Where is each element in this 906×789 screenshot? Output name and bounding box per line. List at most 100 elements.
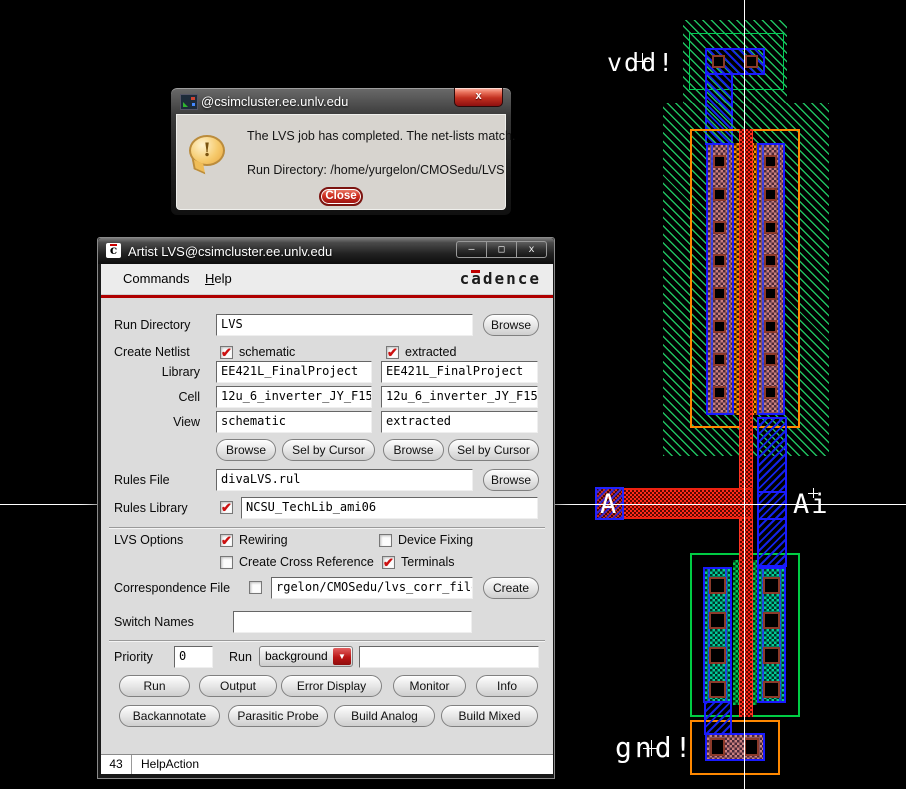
info-button[interactable]: Info: [476, 675, 538, 697]
correspondence-file-checkbox[interactable]: [249, 581, 262, 594]
rules-file-browse-button[interactable]: Browse: [483, 469, 539, 491]
menu-commands[interactable]: Commands: [123, 271, 189, 286]
status-number: 43: [101, 755, 132, 774]
rules-library-input[interactable]: NCSU_TechLib_ami06: [241, 497, 538, 519]
pmos-contact: [713, 221, 726, 234]
pmos-contact: [764, 221, 777, 234]
section-divider: [109, 640, 545, 642]
close-button[interactable]: x: [516, 241, 547, 258]
run-mode-label: Run: [229, 650, 252, 664]
poly-gate-column[interactable]: [739, 129, 753, 717]
alert-bubble-icon: !: [189, 135, 225, 166]
rules-library-checkbox[interactable]: [220, 500, 233, 516]
nmos-contact: [709, 577, 726, 594]
dialog-title: @csimcluster.ee.unlv.edu: [201, 94, 349, 109]
dialog-message-line2: Run Directory: /home/yurgelon/CMOSedu/LV…: [247, 163, 505, 177]
chevron-down-icon[interactable]: ▼: [333, 648, 351, 665]
correspondence-create-button[interactable]: Create: [483, 577, 539, 599]
pmos-contact: [713, 287, 726, 300]
nmos-contact: [709, 647, 726, 664]
create-cross-reference-checkbox[interactable]: [220, 556, 233, 569]
priority-label: Priority: [114, 650, 153, 664]
run-mode-dropdown[interactable]: background ▼: [259, 646, 353, 667]
minimize-button[interactable]: –: [456, 241, 487, 258]
dialog-titlebar[interactable]: @csimcluster.ee.unlv.edu x: [171, 88, 511, 114]
run-button[interactable]: Run: [119, 675, 190, 697]
view-extracted-input[interactable]: extracted: [381, 411, 538, 433]
status-bar: 43 HelpAction: [101, 754, 553, 774]
terminal-icon: [180, 94, 198, 110]
library-label: Library: [161, 365, 200, 379]
view-schematic-input[interactable]: schematic: [216, 411, 372, 433]
sel-by-cursor-extracted-button[interactable]: Sel by Cursor: [448, 439, 539, 461]
crosshair-vertical-line: [744, 0, 745, 789]
browse-schematic-button[interactable]: Browse: [216, 439, 276, 461]
sel-by-cursor-schematic-button[interactable]: Sel by Cursor: [282, 439, 375, 461]
input-label[interactable]: A: [600, 489, 616, 520]
cell-label: Cell: [178, 390, 200, 404]
run-directory-browse-button[interactable]: Browse: [483, 314, 539, 336]
vdd-contact: [712, 55, 725, 68]
gnd-contact: [744, 738, 759, 756]
dialog-close-button[interactable]: Close: [319, 187, 363, 206]
parasitic-probe-button[interactable]: Parasitic Probe: [228, 705, 328, 727]
output-button[interactable]: Output: [199, 675, 277, 697]
run-mode-extra-input[interactable]: [359, 646, 539, 668]
create-cross-reference-label: Create Cross Reference: [239, 555, 374, 569]
maximize-button[interactable]: □: [486, 241, 517, 258]
nmos-contact: [709, 681, 726, 698]
nmos-contact: [763, 647, 780, 664]
window-title: Artist LVS@csimcluster.ee.unlv.edu: [128, 244, 333, 259]
lvs-form: Run Directory LVS Browse Create Netlist …: [101, 298, 553, 754]
cell-schematic-input[interactable]: 12u_6_inverter_JY_F15: [216, 386, 372, 408]
menu-help[interactable]: Help: [205, 271, 232, 286]
error-display-button[interactable]: Error Display: [281, 675, 382, 697]
browse-extracted-button[interactable]: Browse: [383, 439, 444, 461]
gnd-metal-strip[interactable]: [704, 703, 732, 735]
run-directory-input[interactable]: LVS: [216, 314, 473, 336]
device-fixing-checkbox[interactable]: [379, 534, 392, 547]
pmos-pdiff-right[interactable]: [757, 143, 785, 415]
create-netlist-label: Create Netlist: [114, 345, 190, 359]
schematic-checkbox-label: schematic: [239, 345, 296, 359]
extracted-checkbox[interactable]: [386, 345, 399, 361]
vdd-label-origin-marker: [634, 53, 650, 69]
nmos-contact: [763, 681, 780, 698]
gnd-label-origin-marker: [643, 740, 659, 756]
lvs-options-label: LVS Options: [114, 533, 184, 547]
extracted-checkbox-label: extracted: [405, 345, 457, 359]
rules-file-label: Rules File: [114, 473, 170, 487]
lvs-complete-dialog: @csimcluster.ee.unlv.edu x ! The LVS job…: [170, 87, 516, 216]
menu-bar: Commands Help cadence: [101, 264, 553, 295]
build-analog-button[interactable]: Build Analog: [334, 705, 435, 727]
nmos-contact: [709, 612, 726, 629]
monitor-button[interactable]: Monitor: [393, 675, 466, 697]
gnd-contact: [710, 738, 725, 756]
pmos-pdiff-left[interactable]: [706, 143, 734, 415]
dialog-message-line1: The LVS job has completed. The net-lists…: [247, 129, 516, 143]
build-mixed-button[interactable]: Build Mixed: [441, 705, 538, 727]
run-directory-label: Run Directory: [114, 318, 191, 332]
switch-names-label: Switch Names: [114, 615, 194, 629]
library-extracted-input[interactable]: EE421L_FinalProject: [381, 361, 538, 383]
terminals-checkbox[interactable]: [382, 555, 395, 571]
pmos-contact: [764, 254, 777, 267]
window-titlebar[interactable]: c Artist LVS@csimcluster.ee.unlv.edu – □…: [98, 238, 554, 264]
library-schematic-input[interactable]: EE421L_FinalProject: [216, 361, 372, 383]
cell-extracted-input[interactable]: 12u_6_inverter_JY_F15: [381, 386, 538, 408]
pmos-contact: [764, 287, 777, 300]
correspondence-file-input[interactable]: rgelon/CMOSedu/lvs_corr_file: [271, 577, 473, 599]
pmos-contact: [713, 353, 726, 366]
pmos-contact: [713, 254, 726, 267]
schematic-checkbox[interactable]: [220, 345, 233, 361]
rules-file-input[interactable]: divaLVS.rul: [216, 469, 473, 491]
backannotate-button[interactable]: Backannotate: [119, 705, 220, 727]
rewiring-checkbox[interactable]: [220, 533, 233, 549]
output-label-origin-marker: [808, 488, 818, 498]
view-label: View: [173, 415, 200, 429]
dialog-close-x-button[interactable]: x: [454, 88, 503, 107]
pmos-contact: [713, 386, 726, 399]
device-fixing-label: Device Fixing: [398, 533, 474, 547]
switch-names-input[interactable]: [233, 611, 472, 633]
priority-input[interactable]: 0: [174, 646, 213, 668]
